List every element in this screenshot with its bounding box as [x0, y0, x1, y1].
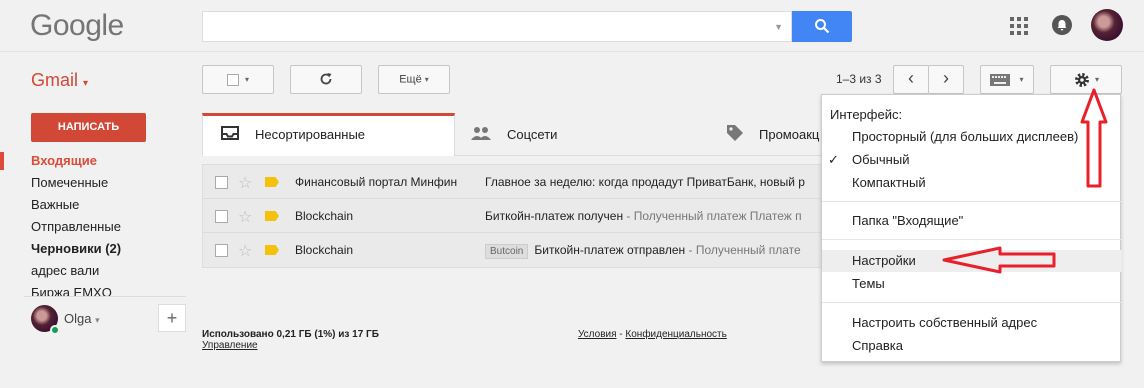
annotation-overlay: [942, 88, 1108, 274]
annotation-arrow-left: [942, 246, 1056, 274]
annotation-arrow-up: [1080, 88, 1108, 188]
